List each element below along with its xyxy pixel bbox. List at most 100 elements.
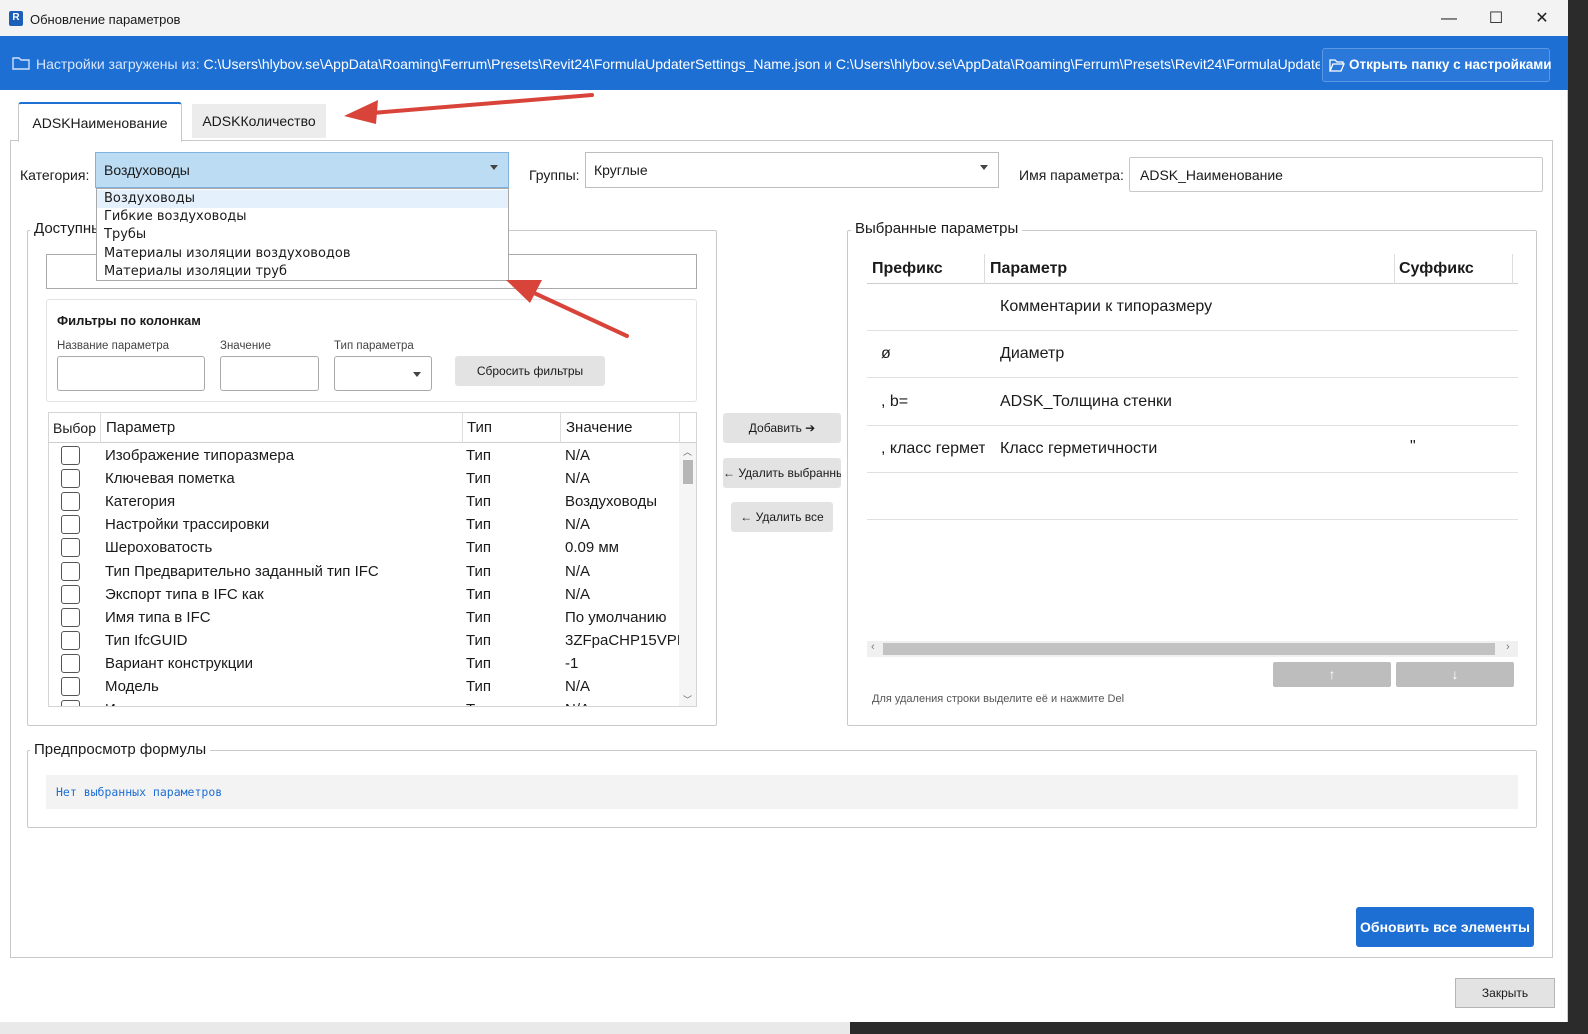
taskbar-strip	[0, 1022, 850, 1034]
tab-adsk-quantity[interactable]: ADSKКоличество	[192, 104, 326, 138]
settings-path-1: C:\Users\hlybov.se\AppData\Roaming\Ferru…	[203, 56, 821, 72]
table-row[interactable]: Модель Тип N/A	[49, 675, 679, 698]
cell-param: Диаметр	[1000, 345, 1065, 363]
remove-all-button[interactable]: ← Удалить все	[731, 502, 833, 532]
cell-param-type: Тип	[466, 585, 492, 603]
row-checkbox[interactable]	[61, 492, 80, 512]
minimize-button[interactable]: —	[1429, 6, 1469, 32]
close-button[interactable]: Закрыть	[1455, 978, 1555, 1008]
scroll-down-icon[interactable]: ﹀	[683, 693, 692, 706]
category-option[interactable]: Трубы	[97, 226, 508, 244]
open-settings-folder-label: Открыть папку с настройками	[1349, 57, 1552, 72]
row-checkbox[interactable]	[61, 653, 80, 673]
available-params-table: Выбор Параметр Тип Значение Изображение …	[48, 412, 697, 707]
table-row[interactable]: Ключевая пометка Тип N/A	[49, 467, 679, 490]
table-row[interactable]: Изготовитель Тип N/A	[49, 698, 679, 706]
dialog-window: R Обновление параметров — ☐ ✕ Настройки …	[0, 0, 1568, 1034]
close-window-button[interactable]: ✕	[1522, 6, 1562, 32]
cell-param-name: Шероховатость	[105, 539, 213, 557]
selected-empty-row[interactable]	[867, 473, 1518, 520]
cell-param-value: N/A	[565, 701, 679, 706]
param-name-input[interactable]: ADSK_Наименование	[1129, 157, 1543, 192]
table-row[interactable]: Категория Тип Воздуховоды	[49, 490, 679, 513]
update-all-elements-button[interactable]: Обновить все элементы	[1356, 907, 1534, 947]
column-header-value[interactable]: Значение	[566, 419, 633, 436]
column-divider	[1394, 254, 1395, 284]
cell-prefix[interactable]: ø	[881, 345, 985, 363]
column-header-param[interactable]: Параметр	[106, 419, 175, 436]
selected-table-row[interactable]: , класс герметичности Класс герметичности…	[867, 426, 1518, 473]
table-row[interactable]: Экспорт типа в IFC как Тип N/A	[49, 583, 679, 606]
category-dropdown-list: Воздуховоды Гибкие воздуховоды Трубы Мат…	[96, 188, 509, 281]
move-down-button[interactable]: ↓	[1396, 662, 1514, 687]
maximize-button[interactable]: ☐	[1476, 6, 1516, 32]
row-checkbox[interactable]	[61, 538, 80, 558]
cell-param-type: Тип	[466, 516, 492, 534]
scrollbar-thumb[interactable]	[883, 643, 1495, 655]
remove-selected-button[interactable]: ← Удалить выбранные	[723, 458, 841, 488]
row-checkbox[interactable]	[61, 630, 80, 650]
row-checkbox[interactable]	[61, 607, 80, 627]
open-settings-folder-button[interactable]: Открыть папку с настройками	[1322, 48, 1552, 82]
category-option[interactable]: Гибкие воздуховоды	[97, 208, 508, 226]
cell-param-name: Изображение типоразмера	[105, 447, 295, 464]
cell-suffix[interactable]: "	[1410, 438, 1416, 456]
cell-prefix[interactable]: , b=	[881, 393, 985, 411]
cell-param-type: Тип	[466, 447, 492, 464]
row-checkbox[interactable]	[61, 700, 80, 706]
row-checkbox[interactable]	[61, 515, 80, 535]
groups-combobox[interactable]: Круглые	[585, 152, 999, 188]
scroll-right-icon[interactable]: ›	[1506, 641, 1510, 653]
table-row[interactable]: Изображение типоразмера Тип N/A	[49, 444, 679, 467]
row-checkbox[interactable]	[61, 561, 80, 581]
open-folder-icon	[1329, 59, 1345, 72]
cell-param-type: Тип	[466, 608, 492, 626]
scroll-left-icon[interactable]: ‹	[871, 641, 875, 653]
reset-filters-button[interactable]: Сбросить фильтры	[455, 356, 605, 386]
column-header-type[interactable]: Тип	[467, 419, 492, 436]
table-row[interactable]: Имя типа в IFC Тип По умолчанию	[49, 606, 679, 629]
column-header-prefix[interactable]: Префикс	[872, 260, 943, 278]
cell-param-value: 0.09 мм	[565, 539, 619, 557]
cell-param-value: Воздуховоды	[565, 493, 657, 511]
cell-prefix[interactable]: , класс герметичности	[881, 440, 985, 458]
selected-table-row[interactable]: , b= ADSK_Толщина стенки	[867, 379, 1518, 426]
scrollbar-thumb[interactable]	[683, 460, 693, 484]
formula-preview-box: Нет выбранных параметров	[46, 775, 1518, 809]
selected-horizontal-scrollbar[interactable]: ‹ ›	[867, 641, 1518, 657]
row-checkbox[interactable]	[61, 446, 80, 465]
table-row[interactable]: Настройки трассировки Тип N/A	[49, 513, 679, 536]
column-header-param[interactable]: Параметр	[990, 260, 1067, 278]
category-option[interactable]: Воздуховоды	[97, 190, 508, 208]
row-checkbox[interactable]	[61, 469, 80, 489]
filter-type-combobox[interactable]	[334, 356, 432, 391]
tab-adsk-name[interactable]: ADSKНаименование	[18, 102, 182, 142]
row-checkbox[interactable]	[61, 677, 80, 696]
category-combobox[interactable]: Воздуховоды	[95, 152, 509, 188]
category-option[interactable]: Материалы изоляции воздуховодов	[97, 245, 508, 263]
table-row[interactable]: Тип IfcGUID Тип 3ZFpaCHP15VPI	[49, 629, 679, 652]
cell-param-value: По умолчанию	[565, 608, 667, 626]
cell-param-name: Ключевая пометка	[105, 470, 235, 488]
filter-value-input[interactable]	[220, 356, 319, 391]
table-row[interactable]: Шероховатость Тип 0.09 мм	[49, 536, 679, 559]
selected-params-title: Выбранные параметры	[851, 220, 1023, 237]
cell-param-name: Категория	[105, 493, 176, 511]
add-button[interactable]: Добавить ➔	[723, 413, 841, 443]
row-checkbox[interactable]	[61, 584, 80, 604]
move-up-button[interactable]: ↑	[1273, 662, 1391, 687]
column-header-select[interactable]: Выбор	[53, 420, 96, 436]
column-divider	[462, 413, 463, 443]
selected-table-row[interactable]: Комментарии к типоразмеру	[867, 284, 1518, 331]
table-vertical-scrollbar[interactable]: ︿ ﹀	[679, 443, 696, 706]
cell-param-name: Модель	[105, 678, 159, 695]
category-option[interactable]: Материалы изоляции труб	[97, 263, 508, 281]
cell-param-value: N/A	[565, 447, 591, 464]
table-row[interactable]: Вариант конструкции Тип -1	[49, 652, 679, 675]
scroll-up-icon[interactable]: ︿	[683, 445, 692, 458]
cell-param-value: N/A	[565, 516, 591, 534]
selected-table-row[interactable]: ø Диаметр	[867, 331, 1518, 379]
table-row[interactable]: Тип Предварительно заданный тип IFC Тип N/…	[49, 560, 679, 583]
column-header-suffix[interactable]: Суффикс	[1399, 260, 1474, 278]
filter-name-input[interactable]	[57, 356, 205, 391]
